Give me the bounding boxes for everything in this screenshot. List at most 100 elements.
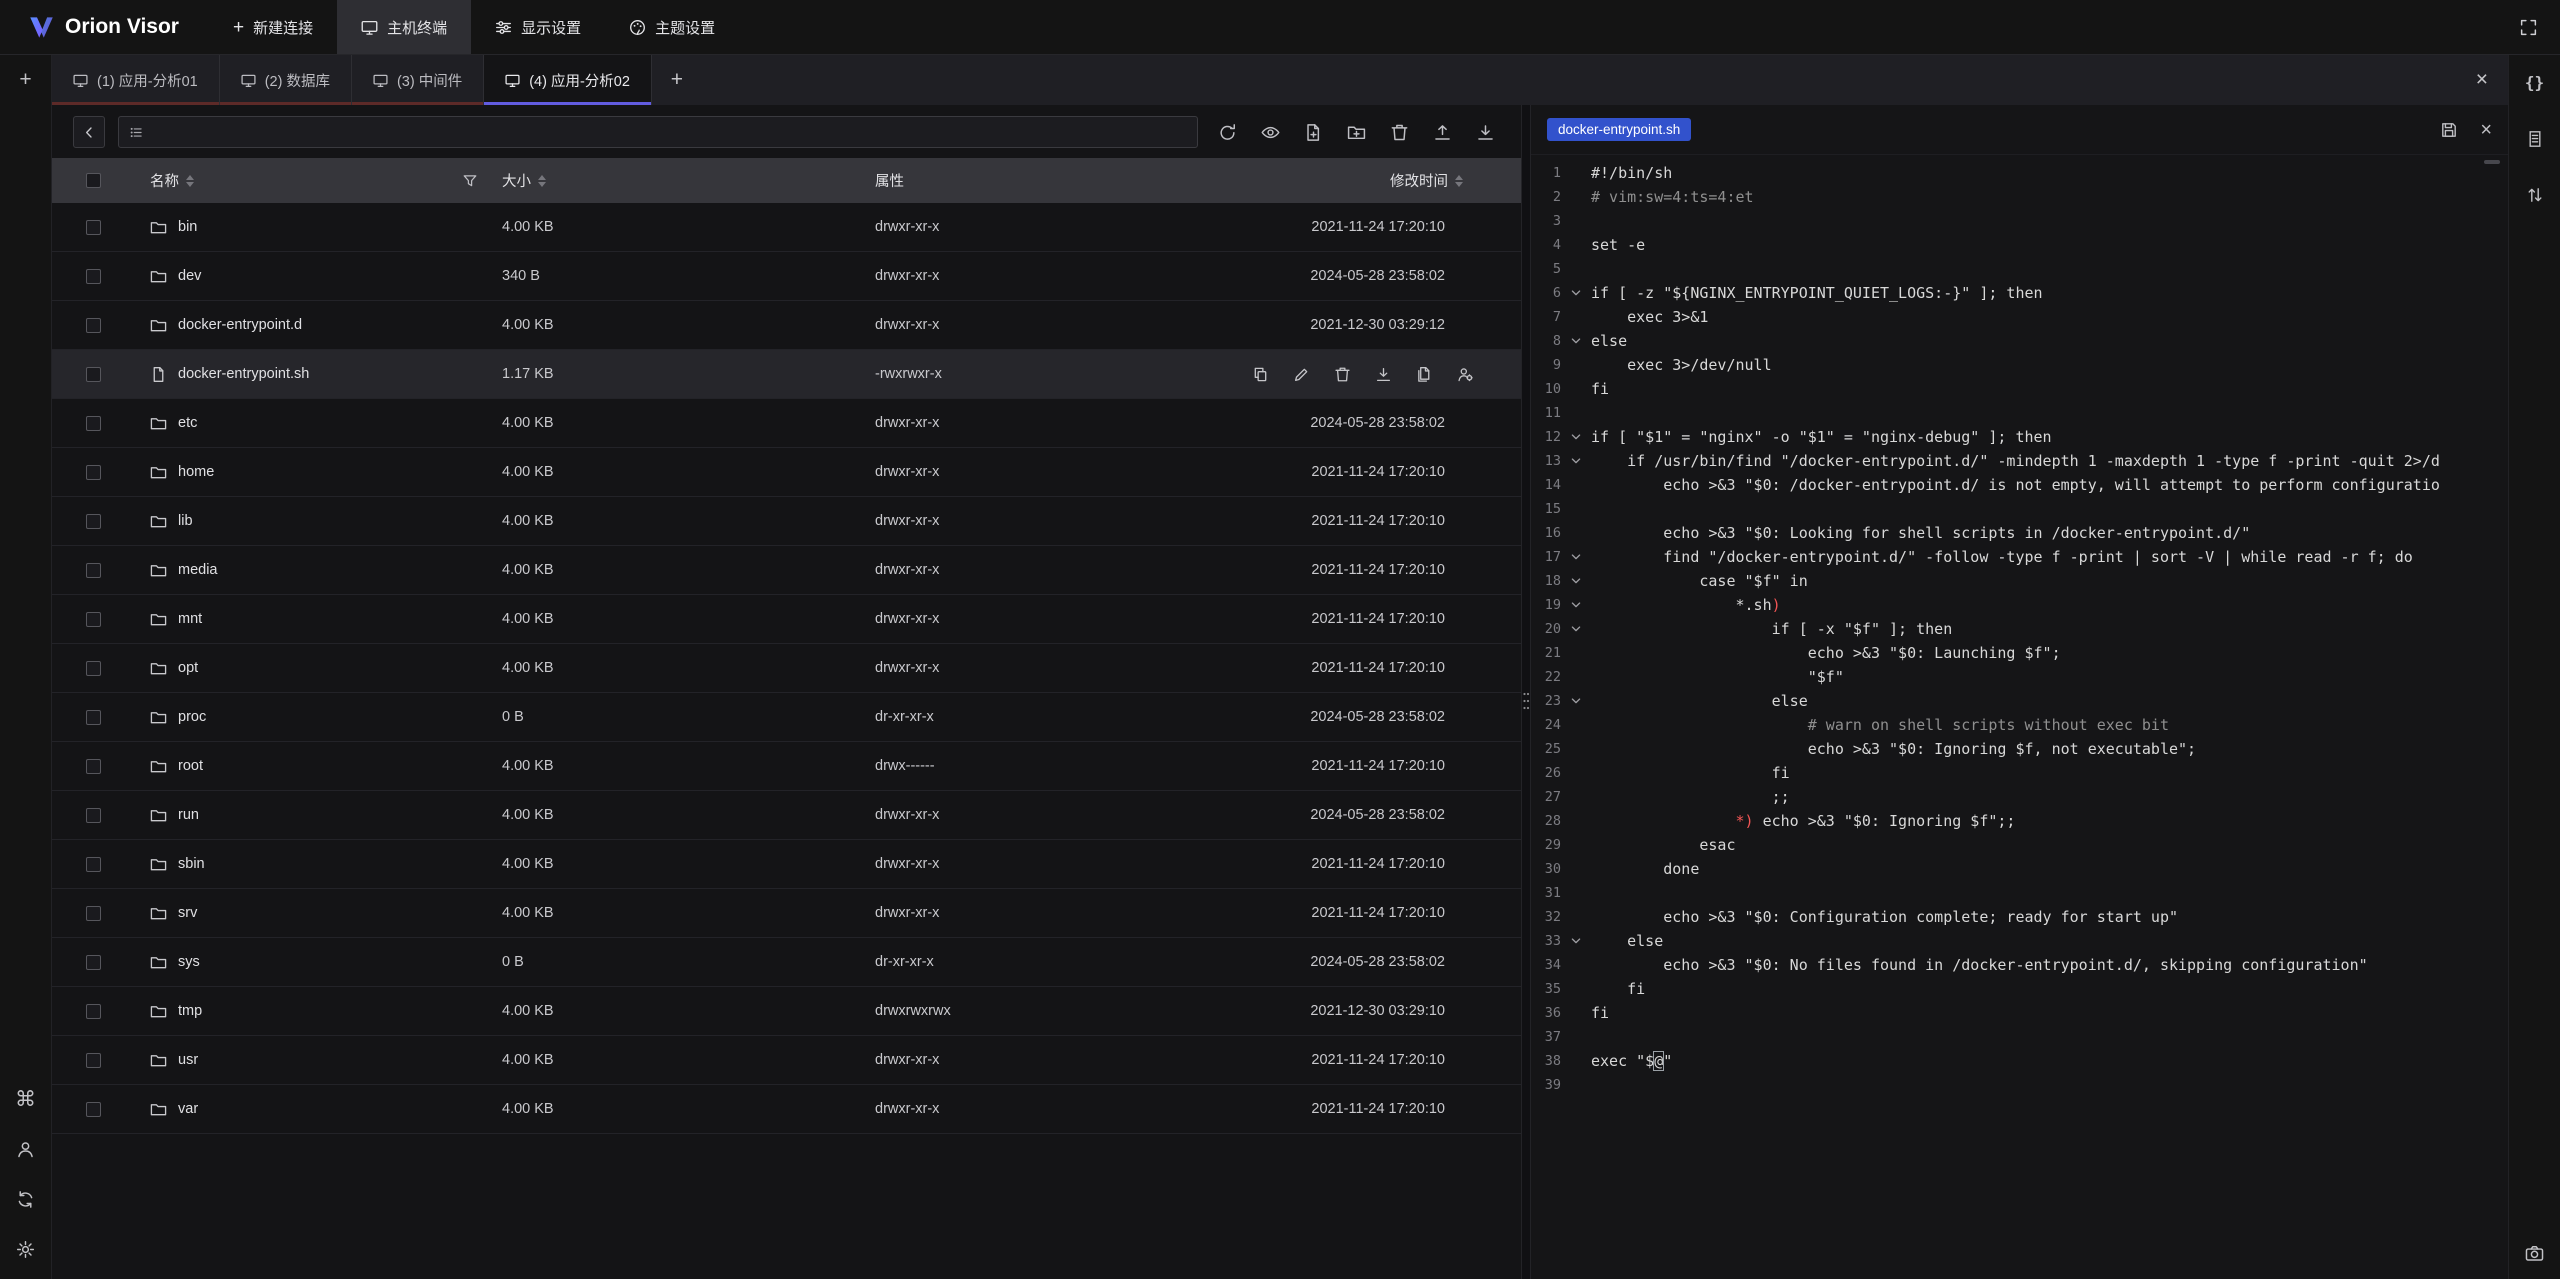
panel-splitter[interactable] [1521, 105, 1531, 1279]
code-line[interactable]: 21 echo >&3 "$0: Launching $f"; [1531, 641, 2508, 665]
code-line[interactable]: 9 exec 3>/dev/null [1531, 353, 2508, 377]
code-line[interactable]: 24 # warn on shell scripts without exec … [1531, 713, 2508, 737]
tab-terminal-2[interactable]: (2) 数据库 [220, 55, 352, 105]
row-checkbox[interactable] [86, 857, 101, 872]
fold-chevron-icon[interactable] [1561, 545, 1591, 569]
download-icon[interactable] [1476, 123, 1495, 142]
row-checkbox[interactable] [86, 759, 101, 774]
new-folder-icon[interactable] [1347, 123, 1366, 142]
code-line[interactable]: 10fi [1531, 377, 2508, 401]
row-checkbox[interactable] [86, 1053, 101, 1068]
code-line[interactable]: 20 if [ -x "$f" ]; then [1531, 617, 2508, 641]
file-name[interactable]: etc [178, 415, 197, 431]
file-name[interactable]: sys [178, 954, 200, 970]
edit-icon[interactable] [1293, 366, 1310, 383]
fold-chevron-icon[interactable] [1561, 569, 1591, 593]
select-all-checkbox[interactable] [86, 173, 101, 188]
row-checkbox[interactable] [86, 514, 101, 529]
editor-scrollbar[interactable] [2484, 160, 2500, 164]
code-line[interactable]: 3 [1531, 209, 2508, 233]
code-line[interactable]: 18 case "$f" in [1531, 569, 2508, 593]
file-name[interactable]: tmp [178, 1003, 202, 1019]
code-line[interactable]: 39 [1531, 1073, 2508, 1097]
sort-mtime-icon[interactable] [1455, 175, 1463, 187]
row-checkbox[interactable] [86, 808, 101, 823]
fold-chevron-icon[interactable] [1561, 449, 1591, 473]
code-line[interactable]: 12if [ "$1" = "nginx" -o "$1" = "nginx-d… [1531, 425, 2508, 449]
file-name[interactable]: bin [178, 219, 197, 235]
code-line[interactable]: 4set -e [1531, 233, 2508, 257]
code-line[interactable]: 1#!/bin/sh [1531, 161, 2508, 185]
copy-icon[interactable] [1252, 366, 1269, 383]
code-line[interactable]: 15 [1531, 497, 2508, 521]
editor-file-tab[interactable]: docker-entrypoint.sh [1547, 118, 1691, 141]
row-checkbox[interactable] [86, 318, 101, 333]
table-row[interactable]: bin4.00 KBdrwxr-xr-x2021-11-24 17:20:10 [52, 203, 1521, 252]
code-line[interactable]: 34 echo >&3 "$0: No files found in /dock… [1531, 953, 2508, 977]
row-checkbox[interactable] [86, 220, 101, 235]
tab-terminal-3[interactable]: (3) 中间件 [352, 55, 484, 105]
filter-icon[interactable] [462, 173, 478, 189]
fold-chevron-icon[interactable] [1561, 617, 1591, 641]
file-name[interactable]: root [178, 758, 203, 774]
braces-icon[interactable]: {} [2523, 71, 2547, 95]
row-checkbox[interactable] [86, 465, 101, 480]
code-line[interactable]: 35 fi [1531, 977, 2508, 1001]
file-name[interactable]: dev [178, 268, 201, 284]
table-row[interactable]: lib4.00 KBdrwxr-xr-x2021-11-24 17:20:10 [52, 497, 1521, 546]
table-row[interactable]: opt4.00 KBdrwxr-xr-x2021-11-24 17:20:10 [52, 644, 1521, 693]
row-checkbox[interactable] [86, 269, 101, 284]
row-checkbox[interactable] [86, 955, 101, 970]
table-row[interactable]: dev340 Bdrwxr-xr-x2024-05-28 23:58:02 [52, 252, 1521, 301]
code-line[interactable]: 6if [ -z "${NGINX_ENTRYPOINT_QUIET_LOGS:… [1531, 281, 2508, 305]
new-file-icon[interactable] [1304, 123, 1323, 142]
refresh-icon[interactable] [1218, 123, 1237, 142]
code-line[interactable]: 14 echo >&3 "$0: /docker-entrypoint.d/ i… [1531, 473, 2508, 497]
file-name[interactable]: var [178, 1101, 198, 1117]
settings-gear-icon[interactable] [14, 1237, 38, 1261]
row-checkbox[interactable] [86, 906, 101, 921]
row-checkbox[interactable] [86, 416, 101, 431]
user-icon[interactable] [14, 1137, 38, 1161]
table-row[interactable]: usr4.00 KBdrwxr-xr-x2021-11-24 17:20:10 [52, 1036, 1521, 1085]
fold-chevron-icon[interactable] [1561, 425, 1591, 449]
menu-theme-settings[interactable]: 主题设置 [605, 0, 739, 54]
code-line[interactable]: 17 find "/docker-entrypoint.d/" -follow … [1531, 545, 2508, 569]
screenshot-camera-icon[interactable] [2523, 1253, 2547, 1279]
fold-chevron-icon[interactable] [1561, 281, 1591, 305]
menu-host-terminal[interactable]: 主机终端 [337, 0, 471, 54]
table-row[interactable]: var4.00 KBdrwxr-xr-x2021-11-24 17:20:10 [52, 1085, 1521, 1134]
table-row[interactable]: sys0 Bdr-xr-xr-x2024-05-28 23:58:02 [52, 938, 1521, 987]
table-row[interactable]: docker-entrypoint.sh1.17 KB-rwxrwxr-x [52, 350, 1521, 399]
code-line[interactable]: 16 echo >&3 "$0: Looking for shell scrip… [1531, 521, 2508, 545]
fold-chevron-icon[interactable] [1561, 329, 1591, 353]
table-row[interactable]: docker-entrypoint.d4.00 KBdrwxr-xr-x2021… [52, 301, 1521, 350]
menu-display-settings[interactable]: 显示设置 [471, 0, 605, 54]
file-name[interactable]: sbin [178, 856, 205, 872]
fold-chevron-icon[interactable] [1561, 689, 1591, 713]
row-checkbox[interactable] [86, 710, 101, 725]
row-checkbox[interactable] [86, 563, 101, 578]
code-line[interactable]: 28 *) echo >&3 "$0: Ignoring $f";; [1531, 809, 2508, 833]
row-checkbox[interactable] [86, 612, 101, 627]
file-name[interactable]: opt [178, 660, 198, 676]
save-icon[interactable] [2440, 121, 2458, 139]
code-line[interactable]: 31 [1531, 881, 2508, 905]
row-checkbox[interactable] [86, 1102, 101, 1117]
code-line[interactable]: 38exec "$@" [1531, 1049, 2508, 1073]
code-line[interactable]: 36fi [1531, 1001, 2508, 1025]
file-name[interactable]: lib [178, 513, 193, 529]
code-line[interactable]: 32 echo >&3 "$0: Configuration complete;… [1531, 905, 2508, 929]
code-line[interactable]: 27 ;; [1531, 785, 2508, 809]
code-line[interactable]: 7 exec 3>&1 [1531, 305, 2508, 329]
code-line[interactable]: 8else [1531, 329, 2508, 353]
bookmark-list-icon[interactable] [129, 125, 144, 140]
file-name[interactable]: usr [178, 1052, 198, 1068]
code-line[interactable]: 26 fi [1531, 761, 2508, 785]
file-name[interactable]: media [178, 562, 218, 578]
row-checkbox[interactable] [86, 661, 101, 676]
code-line[interactable]: 11 [1531, 401, 2508, 425]
file-name[interactable]: proc [178, 709, 206, 725]
file-name[interactable]: docker-entrypoint.sh [178, 366, 309, 382]
path-input[interactable] [153, 123, 1187, 141]
